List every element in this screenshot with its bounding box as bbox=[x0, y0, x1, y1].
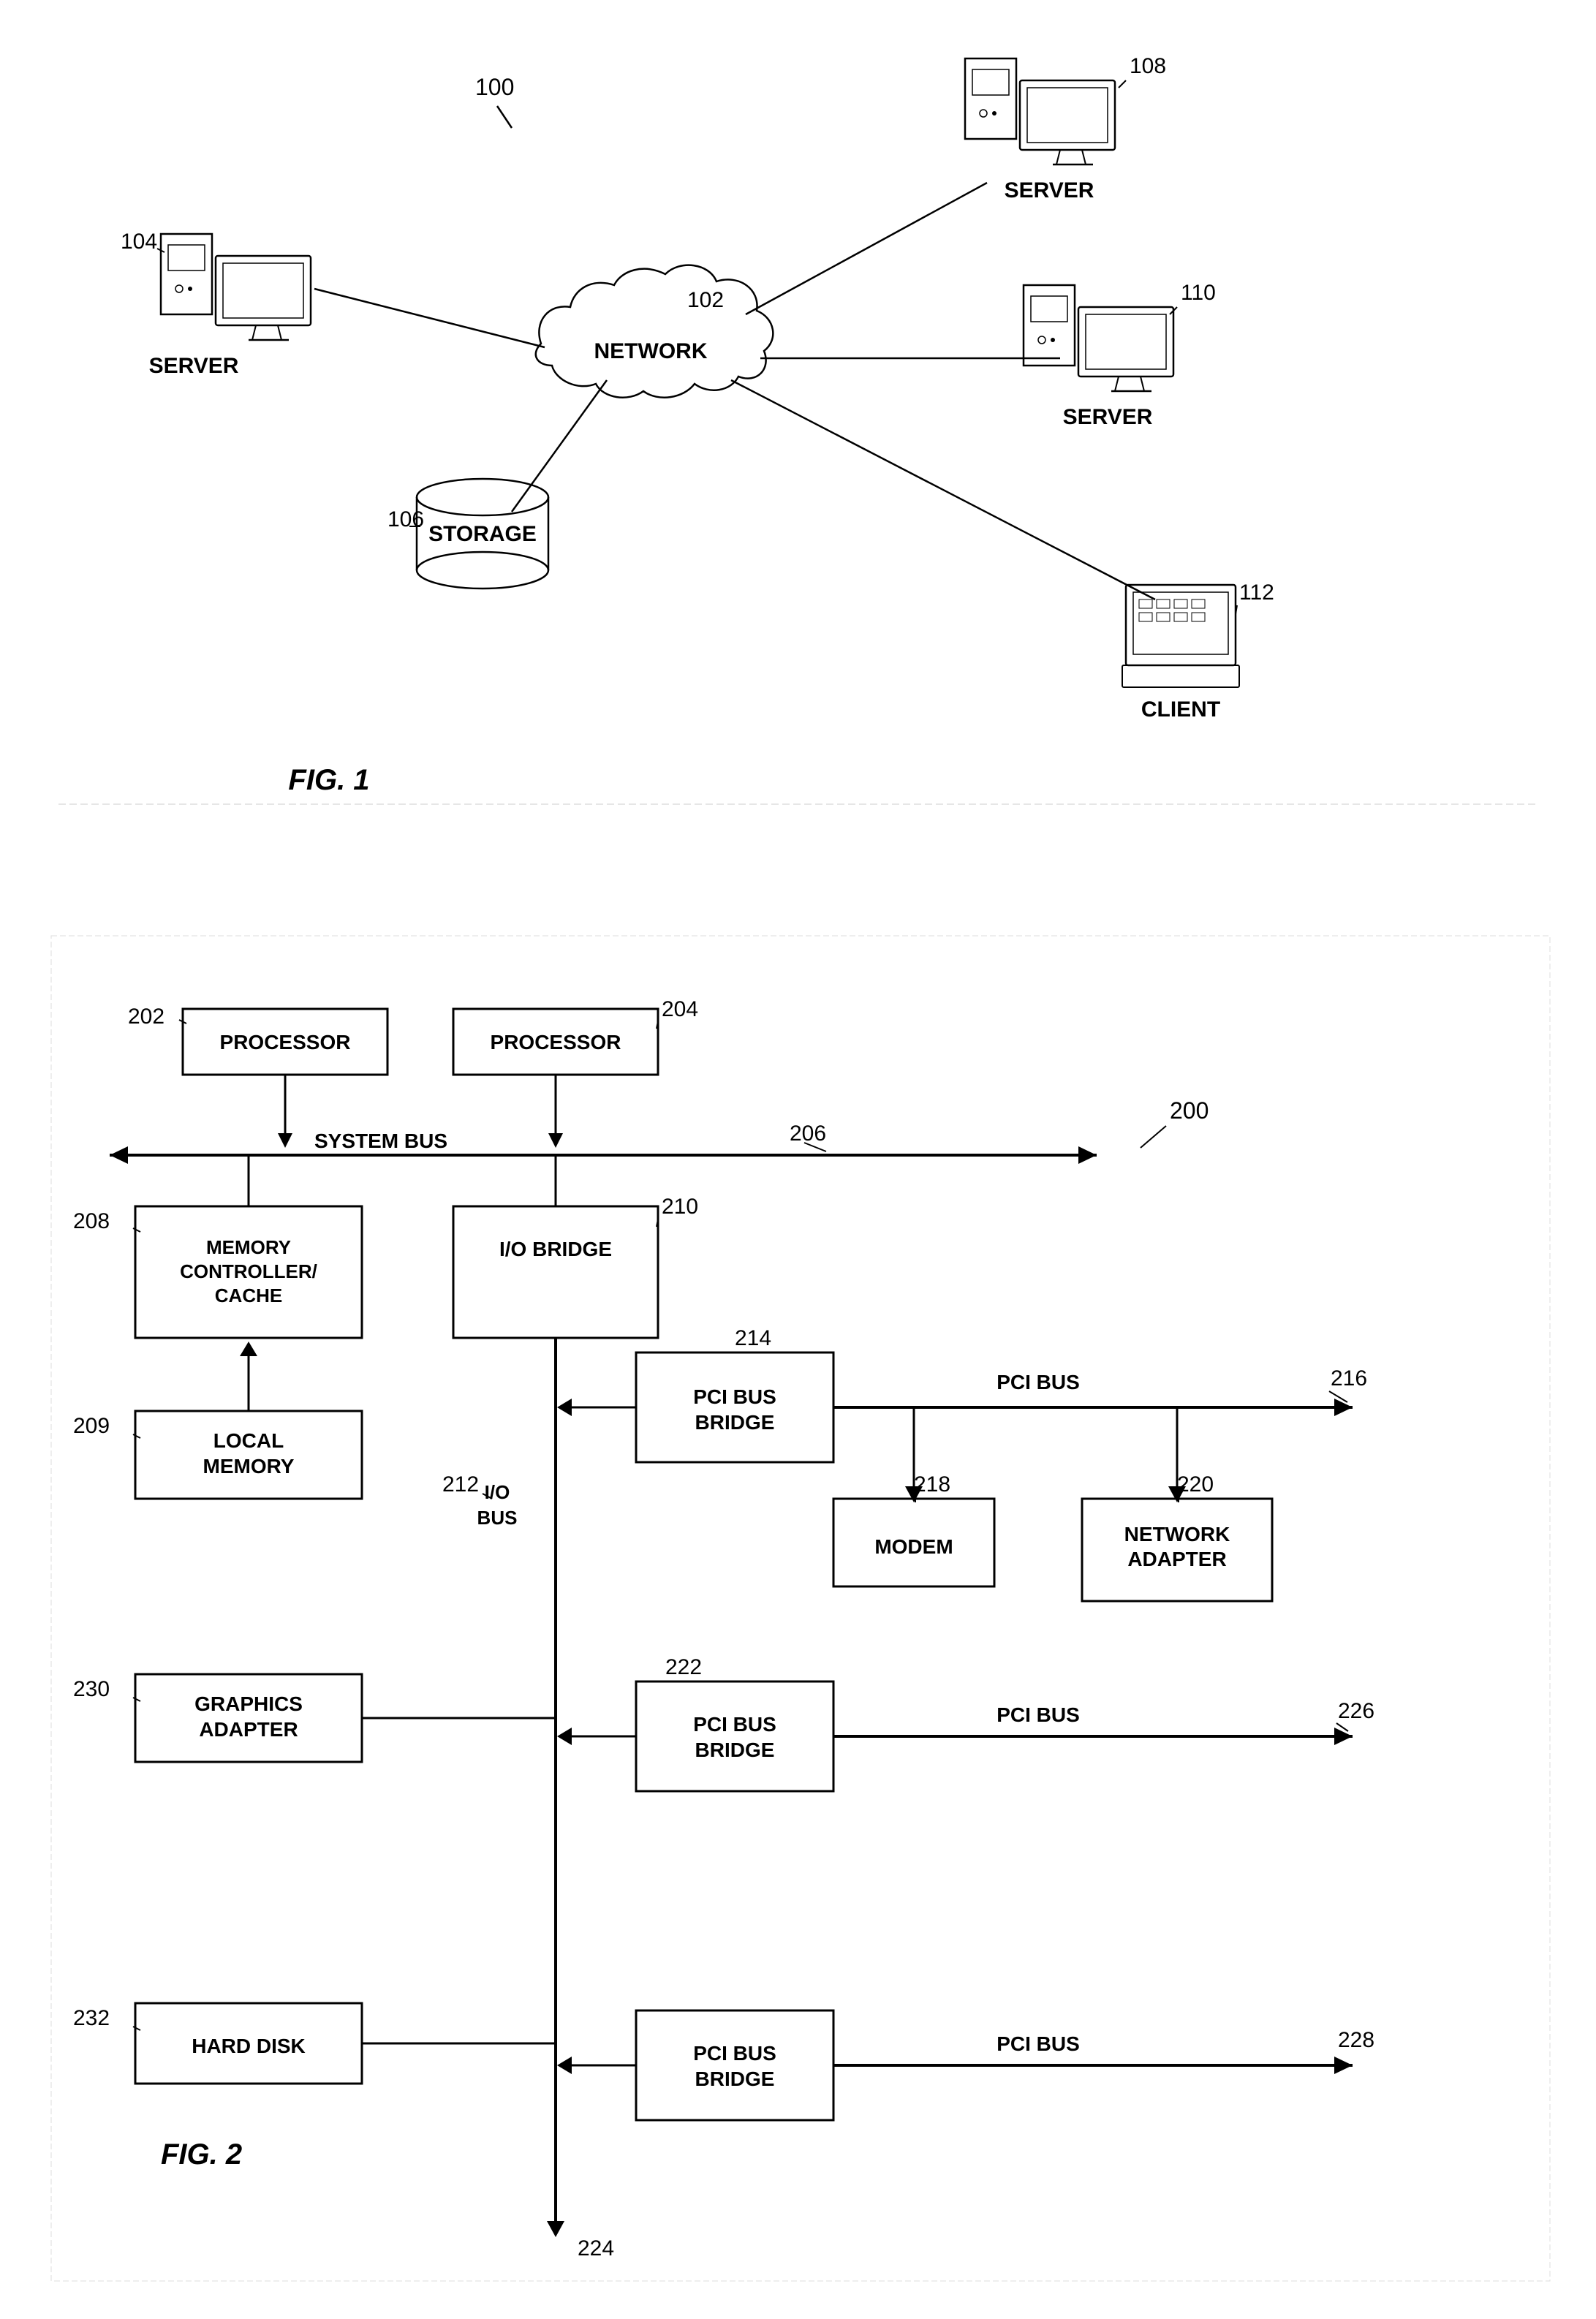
ref-232: 232 bbox=[73, 2006, 110, 2030]
ref-112: 112 bbox=[1239, 580, 1274, 605]
svg-text:CONTROLLER/: CONTROLLER/ bbox=[180, 1260, 317, 1282]
ref-228: 228 bbox=[1338, 2028, 1374, 2052]
ref-204: 204 bbox=[662, 997, 698, 1021]
ref-100: 100 bbox=[475, 74, 514, 100]
pci-bus2-label: PCI BUS bbox=[996, 1703, 1080, 1726]
svg-text:ADAPTER: ADAPTER bbox=[1127, 1548, 1226, 1570]
hard-disk-label: HARD DISK bbox=[192, 2035, 306, 2057]
processor2-label: PROCESSOR bbox=[491, 1031, 621, 1053]
ref-108: 108 bbox=[1130, 54, 1166, 78]
pci-bridge2-label: PCI BUS bbox=[693, 1713, 776, 1736]
network-adapter-label: NETWORK bbox=[1124, 1523, 1230, 1546]
svg-text:ADAPTER: ADAPTER bbox=[199, 1718, 298, 1741]
ref-230: 230 bbox=[73, 1677, 110, 1701]
ref-222: 222 bbox=[665, 1655, 702, 1679]
io-bus-label: I/O bbox=[485, 1481, 510, 1503]
modem-label: MODEM bbox=[874, 1535, 953, 1558]
ref-224: 224 bbox=[578, 2236, 614, 2261]
system-bus-label: SYSTEM BUS bbox=[314, 1130, 447, 1152]
graphics-adapter-label: GRAPHICS bbox=[194, 1692, 303, 1715]
ref-110: 110 bbox=[1181, 281, 1216, 305]
ref-106: 106 bbox=[387, 507, 424, 531]
ref-212: 212 bbox=[442, 1472, 479, 1497]
pci-bus1-label: PCI BUS bbox=[996, 1371, 1080, 1393]
pci-bridge1-label: PCI BUS bbox=[693, 1385, 776, 1408]
ref-202: 202 bbox=[128, 1005, 164, 1029]
server-mid-right-label: SERVER bbox=[1063, 405, 1153, 429]
memory-controller-label: MEMORY bbox=[206, 1236, 291, 1258]
ref-218: 218 bbox=[914, 1472, 950, 1497]
svg-text:BRIDGE: BRIDGE bbox=[695, 1739, 775, 1761]
svg-text:CACHE: CACHE bbox=[215, 1285, 282, 1306]
ref-216: 216 bbox=[1331, 1366, 1367, 1391]
io-bridge-label: I/O BRIDGE bbox=[499, 1238, 612, 1260]
ref-210: 210 bbox=[662, 1195, 698, 1219]
ref-200: 200 bbox=[1170, 1097, 1209, 1124]
ref-104: 104 bbox=[121, 230, 157, 254]
ref-208: 208 bbox=[73, 1209, 110, 1233]
storage-label: STORAGE bbox=[428, 522, 537, 546]
ref-220: 220 bbox=[1177, 1472, 1214, 1497]
svg-text:BUS: BUS bbox=[477, 1507, 518, 1529]
fig2-title: FIG. 2 bbox=[161, 2138, 242, 2171]
client-label: CLIENT bbox=[1141, 697, 1220, 722]
ref-209: 209 bbox=[73, 1414, 110, 1438]
svg-text:BRIDGE: BRIDGE bbox=[695, 2068, 775, 2090]
local-memory-label: LOCAL bbox=[213, 1429, 284, 1452]
network-label: NETWORK bbox=[594, 339, 708, 363]
pci-bus3-label: PCI BUS bbox=[996, 2032, 1080, 2055]
processor1-label: PROCESSOR bbox=[220, 1031, 351, 1053]
svg-text:MEMORY: MEMORY bbox=[203, 1455, 295, 1478]
server-top-right-label: SERVER bbox=[1005, 178, 1094, 203]
diagram-container: 100 SERVER 104 NETWORK 102 bbox=[0, 0, 1596, 2315]
pci-bridge3-label: PCI BUS bbox=[693, 2042, 776, 2065]
ref-206: 206 bbox=[790, 1121, 826, 1146]
ref-226: 226 bbox=[1338, 1699, 1374, 1723]
ref-214: 214 bbox=[735, 1326, 771, 1350]
server-left-label: SERVER bbox=[149, 354, 239, 378]
svg-text:BRIDGE: BRIDGE bbox=[695, 1411, 775, 1434]
ref-102: 102 bbox=[687, 288, 724, 312]
fig1-title: FIG. 1 bbox=[288, 764, 369, 796]
